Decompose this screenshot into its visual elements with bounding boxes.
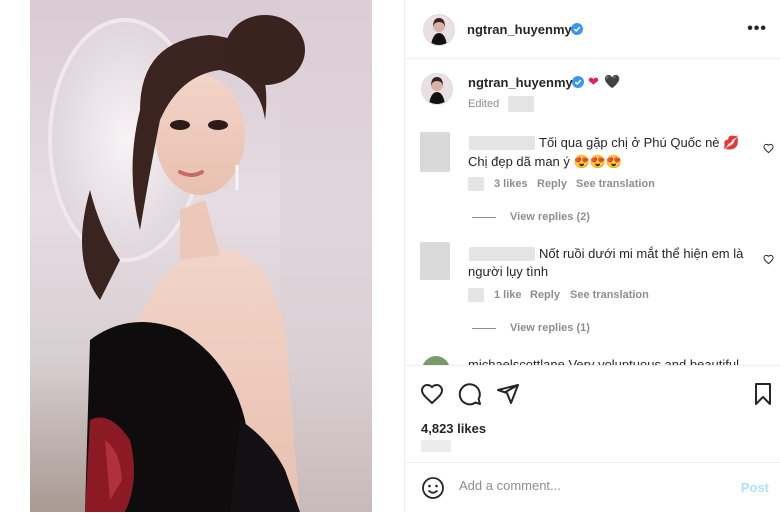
blurred-timestamp [421, 440, 451, 452]
edited-label: Edited [468, 98, 500, 110]
blurred-timestamp [468, 177, 484, 191]
view-replies-button[interactable]: View replies (1) [472, 322, 590, 334]
post-header: ngtran_huyenmy ••• [405, 0, 780, 59]
blurred-commenter-name[interactable] [469, 247, 535, 261]
verified-badge-icon [572, 76, 584, 88]
like-heart-icon[interactable] [420, 382, 444, 406]
post-actions: 4,823 likes [405, 365, 780, 466]
view-replies-button[interactable]: View replies (2) [472, 211, 590, 223]
comment-avatar[interactable] [420, 242, 450, 280]
more-options-icon[interactable]: ••• [747, 20, 767, 38]
photo-illustration [48, 0, 372, 512]
red-heart-emoji: ❤ [588, 74, 599, 89]
share-send-icon[interactable] [496, 382, 520, 406]
replies-divider [472, 216, 496, 218]
post-details-panel: ngtran_huyenmy ••• ngtran_huyenmy ❤ 🖤 Ed… [404, 0, 780, 512]
like-count[interactable]: 4,823 likes [421, 421, 486, 436]
partial-comment-text: michaelscottlane Very voluptuous and bea… [468, 357, 740, 365]
comment-text-line1: Tối qua gặp chị ở Phú Quốc nè 💋 [539, 135, 740, 150]
blurred-timestamp [468, 288, 484, 302]
comment-bubble-icon[interactable] [458, 382, 482, 406]
caption-username[interactable]: ngtran_huyenmy [468, 75, 573, 90]
reply-button[interactable]: Reply [530, 289, 560, 301]
comment-likes[interactable]: 3 likes [494, 178, 528, 190]
like-comment-heart-icon[interactable] [763, 254, 774, 265]
replies-divider [472, 327, 496, 329]
header-username[interactable]: ngtran_huyenmy [467, 22, 572, 37]
verified-badge-icon [571, 23, 583, 35]
comment-avatar[interactable] [420, 132, 450, 172]
add-comment-input[interactable] [457, 477, 721, 494]
blurred-commenter-name[interactable] [469, 136, 535, 150]
add-comment-bar: Post [405, 462, 780, 513]
reply-button[interactable]: Reply [537, 178, 567, 190]
blurred-timestamp [508, 96, 534, 112]
post-comment-button[interactable]: Post [741, 480, 769, 495]
comment-text-line1: Nốt ruồi dưới mi mắt thể hiện em là [539, 246, 744, 261]
like-comment-heart-icon[interactable] [763, 143, 774, 154]
post-photo[interactable] [30, 0, 372, 512]
comment-text-line2: người lụy tình [468, 264, 549, 279]
emoji-smiley-icon[interactable] [421, 476, 445, 500]
post-photo-area [0, 0, 404, 512]
partial-comment: michaelscottlane Very voluptuous and bea… [405, 352, 780, 365]
comment-avatar[interactable] [422, 356, 450, 365]
author-avatar[interactable] [423, 14, 455, 46]
see-translation-button[interactable]: See translation [570, 289, 649, 301]
black-heart-emoji: 🖤 [604, 74, 621, 89]
see-translation-button[interactable]: See translation [576, 178, 655, 190]
avatar-image [429, 77, 445, 104]
comment-likes[interactable]: 1 like [494, 289, 522, 301]
caption-author-avatar[interactable] [421, 73, 453, 105]
save-bookmark-icon[interactable] [751, 382, 775, 406]
avatar-image [431, 18, 447, 45]
comment-text-line2: Chị đẹp dã man ý 😍😍😍 [468, 154, 623, 169]
